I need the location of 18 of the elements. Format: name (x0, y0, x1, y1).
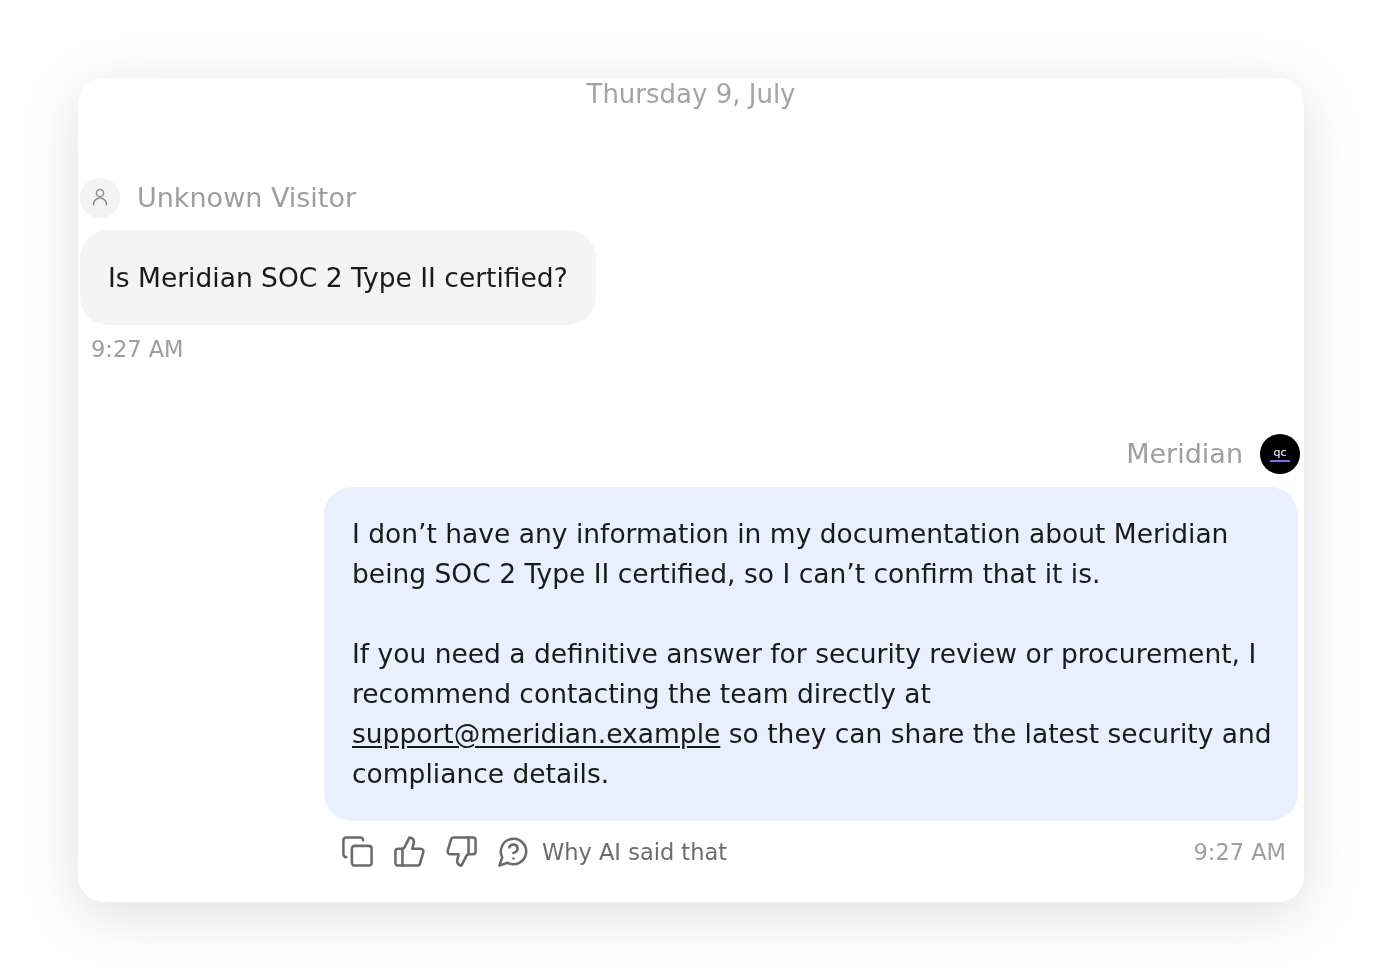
thumbs-down-icon (446, 836, 477, 867)
sender-name: Unknown Visitor (137, 181, 357, 215)
date-divider: Thursday 9, July (586, 78, 796, 110)
why-ai-button[interactable]: Why AI said that (498, 836, 728, 867)
message-time: 9:27 AM (91, 335, 184, 363)
like-button[interactable] (394, 836, 425, 867)
copy-button[interactable] (342, 836, 373, 867)
brand-logo: qc (1260, 434, 1300, 474)
message-text: If you need a definitive answer for security review or procurement, I recommend contacting the team directly at support@meridian.example so they can share the latest security and compliance details. (352, 637, 1273, 791)
sender-name: Meridian (1126, 437, 1243, 471)
copy-icon (342, 836, 373, 867)
message-text: Is Meridian SOC 2 Type II certified? (108, 261, 568, 295)
message-text: I don’t have any information in my documentation about Meridian being SOC 2 Type II certified, so I can’t confirm that it is. (352, 517, 1230, 591)
dislike-button[interactable] (446, 836, 477, 867)
thumbs-up-icon (394, 836, 425, 867)
message-time: 9:27 AM (1193, 837, 1286, 866)
question-bubble-icon (498, 836, 529, 867)
email-link[interactable]: support@meridian.example (352, 718, 721, 749)
